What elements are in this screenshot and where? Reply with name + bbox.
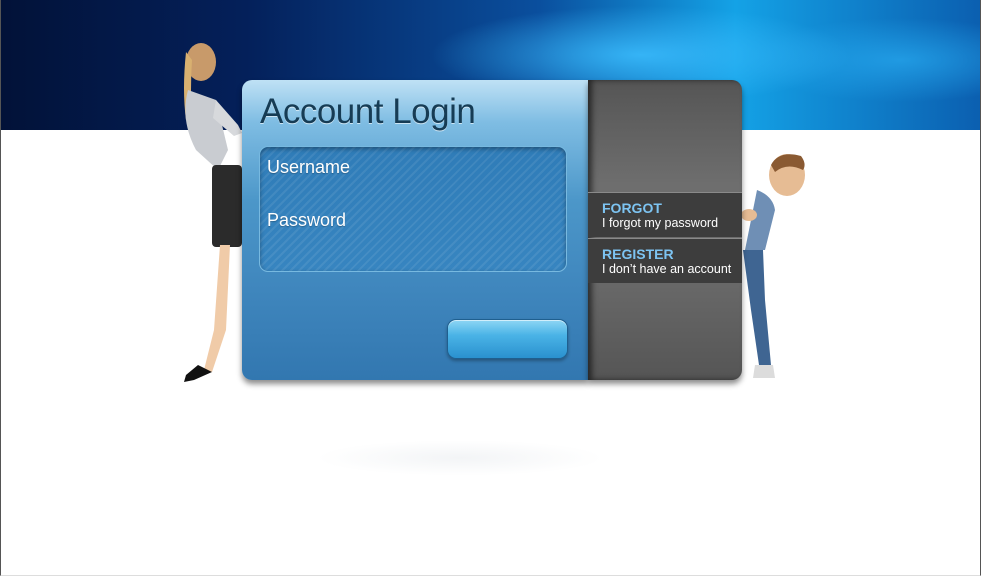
forgot-password-link[interactable]: FORGOT I forgot my password: [588, 192, 742, 237]
boy-figure-image: [741, 154, 805, 378]
register-link-subtitle: I don’t have an account: [602, 262, 732, 276]
register-link[interactable]: REGISTER I don’t have an account: [588, 238, 742, 283]
username-input[interactable]: [267, 155, 557, 185]
side-links-panel: FORGOT I forgot my password REGISTER I d…: [588, 80, 742, 380]
login-submit-button[interactable]: [447, 319, 568, 359]
login-card: Account Login Username Password: [242, 80, 588, 380]
password-field[interactable]: Password: [267, 208, 557, 238]
password-input[interactable]: [267, 208, 557, 238]
forgot-link-subtitle: I forgot my password: [602, 216, 719, 230]
login-fields-panel: Username Password: [259, 146, 567, 272]
username-field[interactable]: Username: [267, 155, 557, 185]
forgot-link-title: FORGOT: [602, 200, 662, 216]
register-link-title: REGISTER: [602, 246, 674, 262]
faded-reflection-image: [315, 440, 605, 476]
login-title: Account Login: [260, 92, 476, 131]
